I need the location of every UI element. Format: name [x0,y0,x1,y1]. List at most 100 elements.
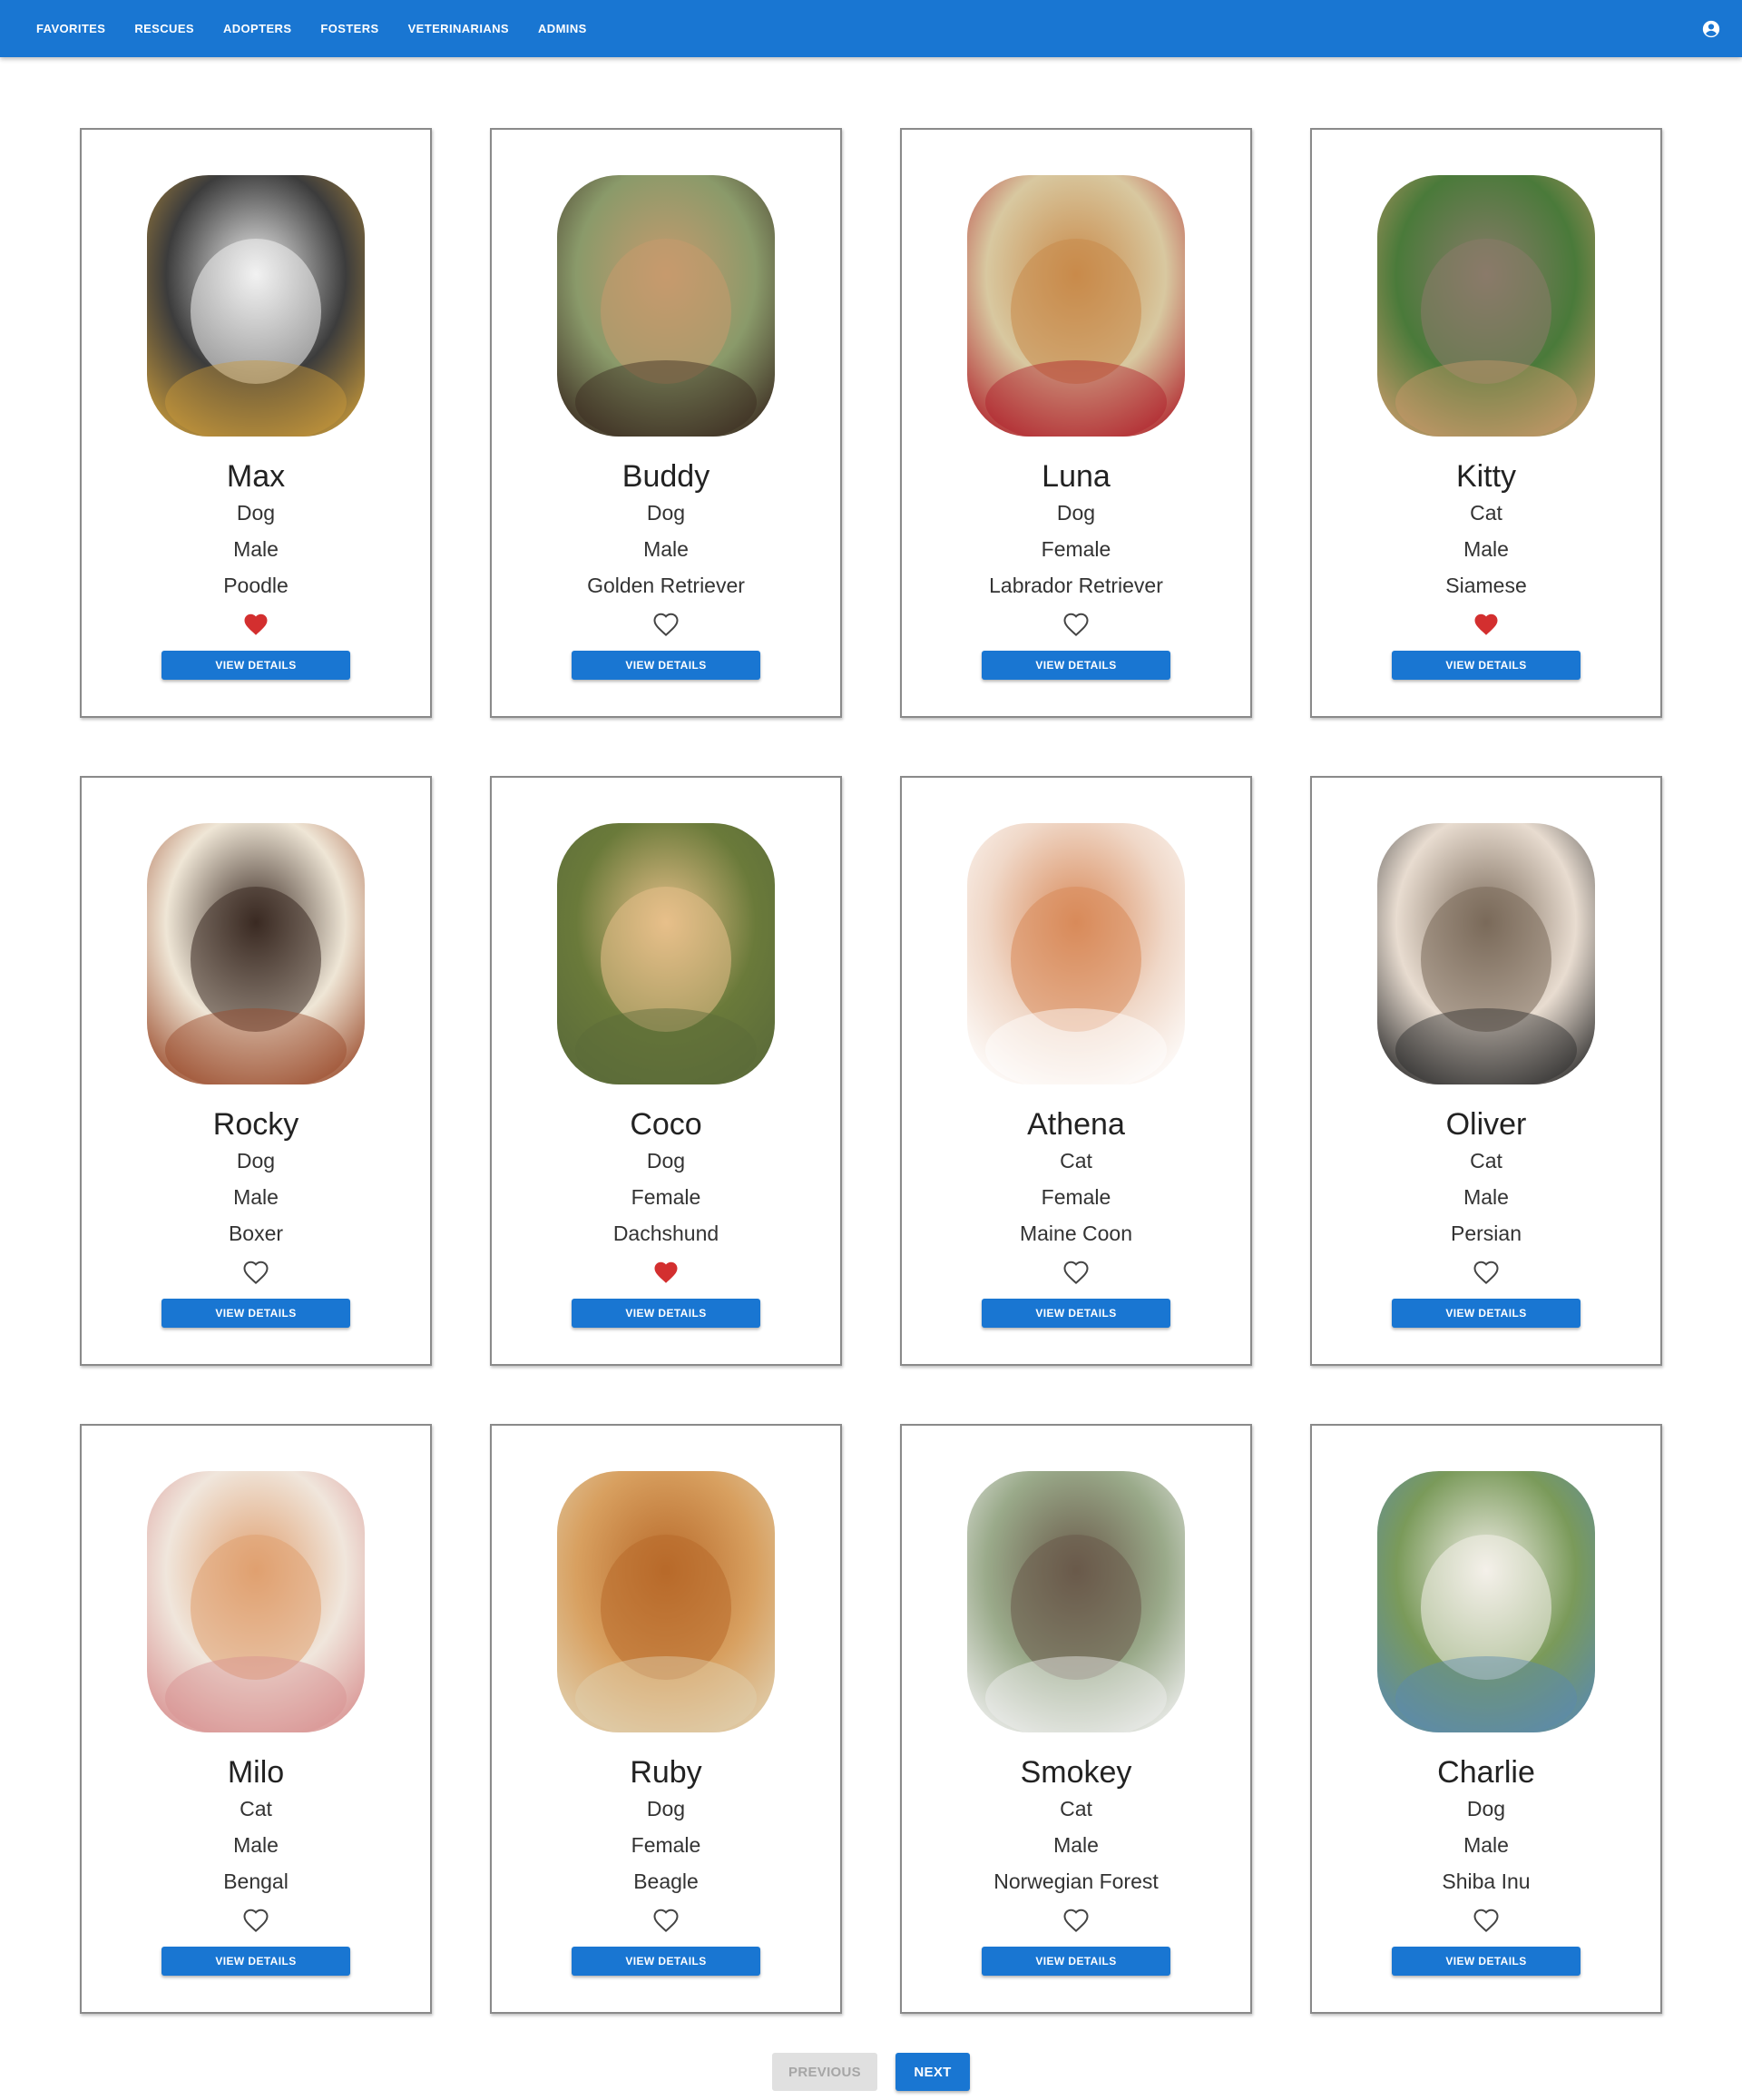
pet-gender: Male [643,537,689,561]
pet-gender: Female [631,1185,701,1209]
pet-species: Dog [236,501,276,525]
view-details-button[interactable]: VIEW DETAILS [161,1299,350,1328]
pet-breed: Dachshund [612,1222,719,1245]
view-details-button[interactable]: VIEW DETAILS [161,651,350,680]
pet-name: Smokey [1020,1755,1132,1790]
pet-photo-image [147,175,365,437]
top-app-bar: FAVORITES RESCUES ADOPTERS FOSTERS VETER… [0,0,1742,57]
pet-name: Milo [227,1755,285,1790]
pet-photo [1377,175,1595,437]
pet-photo [967,823,1185,1084]
pet-card: Milo Cat Male Bengal VIEW DETAILS [80,1424,432,2014]
pet-photo-image [967,823,1185,1084]
pet-photo [557,1471,775,1732]
pet-name: Max [226,459,286,494]
view-details-button[interactable]: VIEW DETAILS [1392,1947,1581,1976]
pet-species: Dog [1466,1797,1506,1820]
favorite-heart-filled-icon[interactable] [242,611,269,638]
pet-name: Athena [1027,1107,1125,1142]
nav-link-adopters[interactable]: ADOPTERS [209,22,306,35]
pet-card: Coco Dog Female Dachshund VIEW DETAILS [490,776,842,1366]
pet-photo [557,823,775,1084]
pet-species: Dog [646,1149,686,1173]
pet-photo [147,823,365,1084]
view-details-button[interactable]: VIEW DETAILS [1392,651,1581,680]
nav-link-rescues[interactable]: RESCUES [120,22,209,35]
pet-photo [147,1471,365,1732]
nav-link-fosters[interactable]: FOSTERS [306,22,393,35]
view-details-button[interactable]: VIEW DETAILS [572,1299,760,1328]
pet-breed: Norwegian Forest [993,1869,1159,1893]
view-details-button[interactable]: VIEW DETAILS [982,651,1170,680]
pet-gender: Male [1463,1833,1509,1857]
pet-name: Buddy [621,459,710,494]
pet-card: Luna Dog Female Labrador Retriever VIEW … [900,128,1252,718]
pet-species: Dog [646,1797,686,1820]
pet-gender: Male [1053,1833,1099,1857]
pet-gender: Male [233,537,279,561]
pet-photo-image [967,1471,1185,1732]
pet-photo-image [1377,175,1595,437]
favorite-heart-outline-icon[interactable] [1062,1259,1090,1286]
pet-gender: Female [1041,1185,1111,1209]
pet-card: Smokey Cat Male Norwegian Forest VIEW DE… [900,1424,1252,2014]
pet-gender: Male [233,1185,279,1209]
nav-link-favorites[interactable]: FAVORITES [22,22,120,35]
view-details-button[interactable]: VIEW DETAILS [572,651,760,680]
pagination: PREVIOUS NEXT [0,2053,1742,2091]
pet-card: Athena Cat Female Maine Coon VIEW DETAIL… [900,776,1252,1366]
pet-breed: Golden Retriever [587,574,745,597]
favorite-heart-outline-icon[interactable] [1062,1907,1090,1934]
pet-breed: Labrador Retriever [989,574,1163,597]
nav-link-veterinarians[interactable]: VETERINARIANS [394,22,524,35]
favorite-heart-outline-icon[interactable] [1473,1259,1500,1286]
pet-name: Charlie [1437,1755,1535,1790]
pet-photo-image [147,1471,365,1732]
pet-species: Dog [1056,501,1096,525]
view-details-button[interactable]: VIEW DETAILS [982,1299,1170,1328]
favorite-heart-filled-icon[interactable] [652,1259,680,1286]
pet-name: Kitty [1455,459,1517,494]
pet-photo-image [557,823,775,1084]
view-details-button[interactable]: VIEW DETAILS [161,1947,350,1976]
pet-breed: Poodle [223,574,289,597]
pet-photo-image [1377,1471,1595,1732]
favorite-heart-outline-icon[interactable] [652,1907,680,1934]
pet-photo [1377,823,1595,1084]
favorite-heart-outline-icon[interactable] [242,1259,269,1286]
pet-name: Oliver [1445,1107,1527,1142]
pet-photo-image [967,175,1185,437]
pet-name: Rocky [212,1107,299,1142]
favorite-heart-outline-icon[interactable] [1062,611,1090,638]
pet-card: Kitty Cat Male Siamese VIEW DETAILS [1310,128,1662,718]
previous-page-button[interactable]: PREVIOUS [772,2053,877,2091]
view-details-button[interactable]: VIEW DETAILS [982,1947,1170,1976]
account-circle-icon[interactable] [1701,19,1721,39]
pet-photo [1377,1471,1595,1732]
pet-name: Ruby [630,1755,702,1790]
pet-breed: Maine Coon [1019,1222,1133,1245]
pet-breed: Persian [1451,1222,1522,1245]
pet-photo [557,175,775,437]
pet-gender: Female [631,1833,701,1857]
pet-species: Cat [1470,1149,1502,1173]
favorite-heart-outline-icon[interactable] [652,611,680,638]
pet-breed: Beagle [633,1869,699,1893]
pet-card: Buddy Dog Male Golden Retriever VIEW DET… [490,128,842,718]
pet-breed: Bengal [223,1869,289,1893]
pet-species: Cat [1060,1149,1092,1173]
next-page-button[interactable]: NEXT [895,2053,970,2091]
pet-species: Cat [1470,501,1502,525]
pet-photo-image [557,175,775,437]
view-details-button[interactable]: VIEW DETAILS [572,1947,760,1976]
view-details-button[interactable]: VIEW DETAILS [1392,1299,1581,1328]
nav-link-admins[interactable]: ADMINS [524,22,602,35]
pet-breed: Siamese [1445,574,1527,597]
pet-name: Coco [630,1107,702,1142]
pet-breed: Boxer [228,1222,284,1245]
favorite-heart-outline-icon[interactable] [1473,1907,1500,1934]
favorite-heart-filled-icon[interactable] [1473,611,1500,638]
pet-gender: Male [233,1833,279,1857]
pet-card-grid: Max Dog Male Poodle VIEW DETAILS Buddy D… [80,128,1662,2014]
favorite-heart-outline-icon[interactable] [242,1907,269,1934]
